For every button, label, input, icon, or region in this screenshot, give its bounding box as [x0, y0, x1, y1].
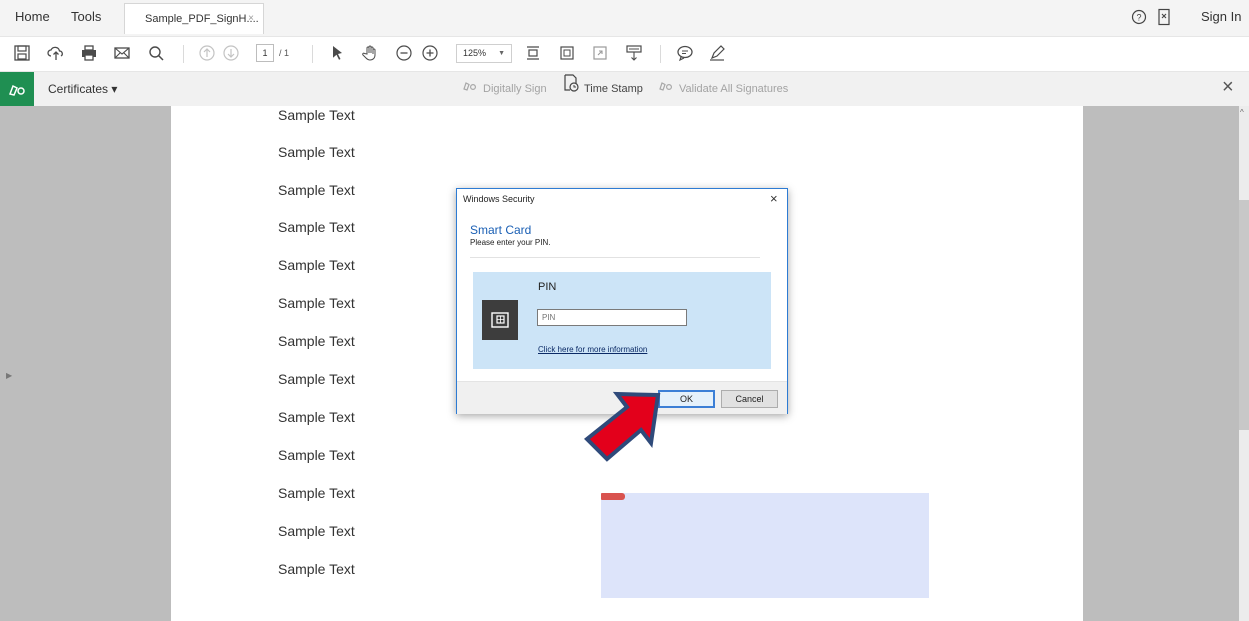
- document-tab-label: Sample_PDF_SignH....: [145, 13, 259, 25]
- select-cursor-icon[interactable]: [327, 43, 347, 63]
- certificates-menu[interactable]: Certificates ▾: [48, 72, 117, 106]
- document-text-line: Sample Text: [278, 371, 355, 387]
- close-certificates-icon[interactable]: ×: [1222, 76, 1234, 99]
- zoom-select[interactable]: 125% ▼: [456, 44, 512, 63]
- dialog-divider: [470, 257, 760, 258]
- toolbar-divider: [183, 45, 184, 63]
- document-text-line: Sample Text: [278, 144, 355, 160]
- email-icon[interactable]: [112, 43, 132, 63]
- fit-page-icon[interactable]: [523, 43, 543, 63]
- hand-tool-icon[interactable]: [360, 43, 380, 63]
- mobile-link-icon[interactable]: [1157, 8, 1171, 26]
- document-text-line: Sample Text: [278, 182, 355, 198]
- upload-cloud-icon[interactable]: [46, 43, 66, 63]
- signature-field[interactable]: [601, 493, 929, 598]
- document-text-line: Sample Text: [278, 485, 355, 501]
- smart-card-icon: [482, 300, 518, 340]
- validate-signatures-button[interactable]: Validate All Signatures: [658, 72, 788, 106]
- nav-home[interactable]: Home: [15, 0, 50, 34]
- scroll-mode-icon[interactable]: [624, 43, 644, 63]
- document-text-line: Sample Text: [278, 333, 355, 349]
- dialog-subheading: Please enter your PIN.: [470, 238, 551, 247]
- highlight-pen-icon[interactable]: [707, 43, 727, 63]
- zoom-value: 125%: [463, 48, 487, 58]
- toolbar-divider: [660, 45, 661, 63]
- document-text-line: Sample Text: [278, 523, 355, 539]
- annotation-arrow: [584, 391, 661, 462]
- print-icon[interactable]: [79, 43, 99, 63]
- cancel-button[interactable]: Cancel: [721, 390, 778, 408]
- pin-panel: PIN Click here for more information: [473, 272, 771, 369]
- more-info-link[interactable]: Click here for more information: [538, 345, 647, 354]
- scroll-up-icon[interactable]: ^: [1240, 108, 1244, 117]
- tab-close-icon[interactable]: ×: [248, 4, 254, 34]
- digitally-sign-label: Digitally Sign: [483, 83, 547, 95]
- page-total: / 1: [279, 48, 290, 58]
- nav-tools[interactable]: Tools: [71, 0, 101, 34]
- document-text-line: Sample Text: [278, 447, 355, 463]
- windows-security-dialog: Windows Security × Smart Card Please ent…: [456, 188, 788, 414]
- signature-field-tag: [601, 493, 625, 500]
- zoom-out-icon[interactable]: [394, 43, 414, 63]
- next-page-icon[interactable]: [221, 43, 241, 63]
- document-text-line: Sample Text: [278, 295, 355, 311]
- pin-input[interactable]: [537, 309, 687, 326]
- digitally-sign-button[interactable]: Digitally Sign: [462, 72, 547, 106]
- search-icon[interactable]: [146, 43, 166, 63]
- full-screen-icon[interactable]: [590, 43, 610, 63]
- save-icon[interactable]: [12, 43, 32, 63]
- dialog-close-icon[interactable]: ×: [770, 191, 778, 206]
- zoom-in-icon[interactable]: [420, 43, 440, 63]
- validate-signatures-label: Validate All Signatures: [679, 83, 789, 95]
- scrollbar-thumb[interactable]: [1239, 200, 1249, 430]
- document-text-line: Sample Text: [278, 107, 355, 123]
- prev-page-icon[interactable]: [197, 43, 217, 63]
- certificate-pen-icon: [0, 72, 34, 106]
- main-toolbar: 1 / 1 125% ▼: [0, 36, 1249, 72]
- toolbar-divider: [312, 45, 313, 63]
- annotation-arrow-shape: [584, 391, 661, 462]
- left-panel-toggle-icon[interactable]: ▶: [6, 371, 12, 380]
- time-stamp-button[interactable]: Time Stamp: [563, 72, 643, 106]
- page-number-input[interactable]: 1: [256, 44, 274, 62]
- chevron-down-icon: ▼: [498, 50, 505, 57]
- comment-icon[interactable]: [675, 43, 695, 63]
- pin-label: PIN: [538, 281, 557, 293]
- fit-width-icon[interactable]: [557, 43, 577, 63]
- svg-text:?: ?: [1136, 13, 1141, 23]
- document-text-line: Sample Text: [278, 561, 355, 577]
- validate-pen-icon: [658, 72, 674, 106]
- certificates-toolbar: Certificates ▾ Digitally Sign Time Stamp…: [0, 72, 1249, 107]
- document-text-line: Sample Text: [278, 409, 355, 425]
- time-stamp-icon: [563, 72, 579, 106]
- sign-pen-icon: [462, 72, 478, 106]
- dialog-title: Windows Security: [463, 194, 535, 204]
- help-icon[interactable]: ?: [1131, 9, 1147, 25]
- document-text-line: Sample Text: [278, 219, 355, 235]
- time-stamp-label: Time Stamp: [584, 83, 643, 95]
- sign-in-link[interactable]: Sign In: [1201, 0, 1241, 34]
- document-tab[interactable]: Sample_PDF_SignH.... ×: [124, 3, 264, 34]
- dialog-heading: Smart Card: [470, 223, 532, 237]
- document-text-line: Sample Text: [278, 257, 355, 273]
